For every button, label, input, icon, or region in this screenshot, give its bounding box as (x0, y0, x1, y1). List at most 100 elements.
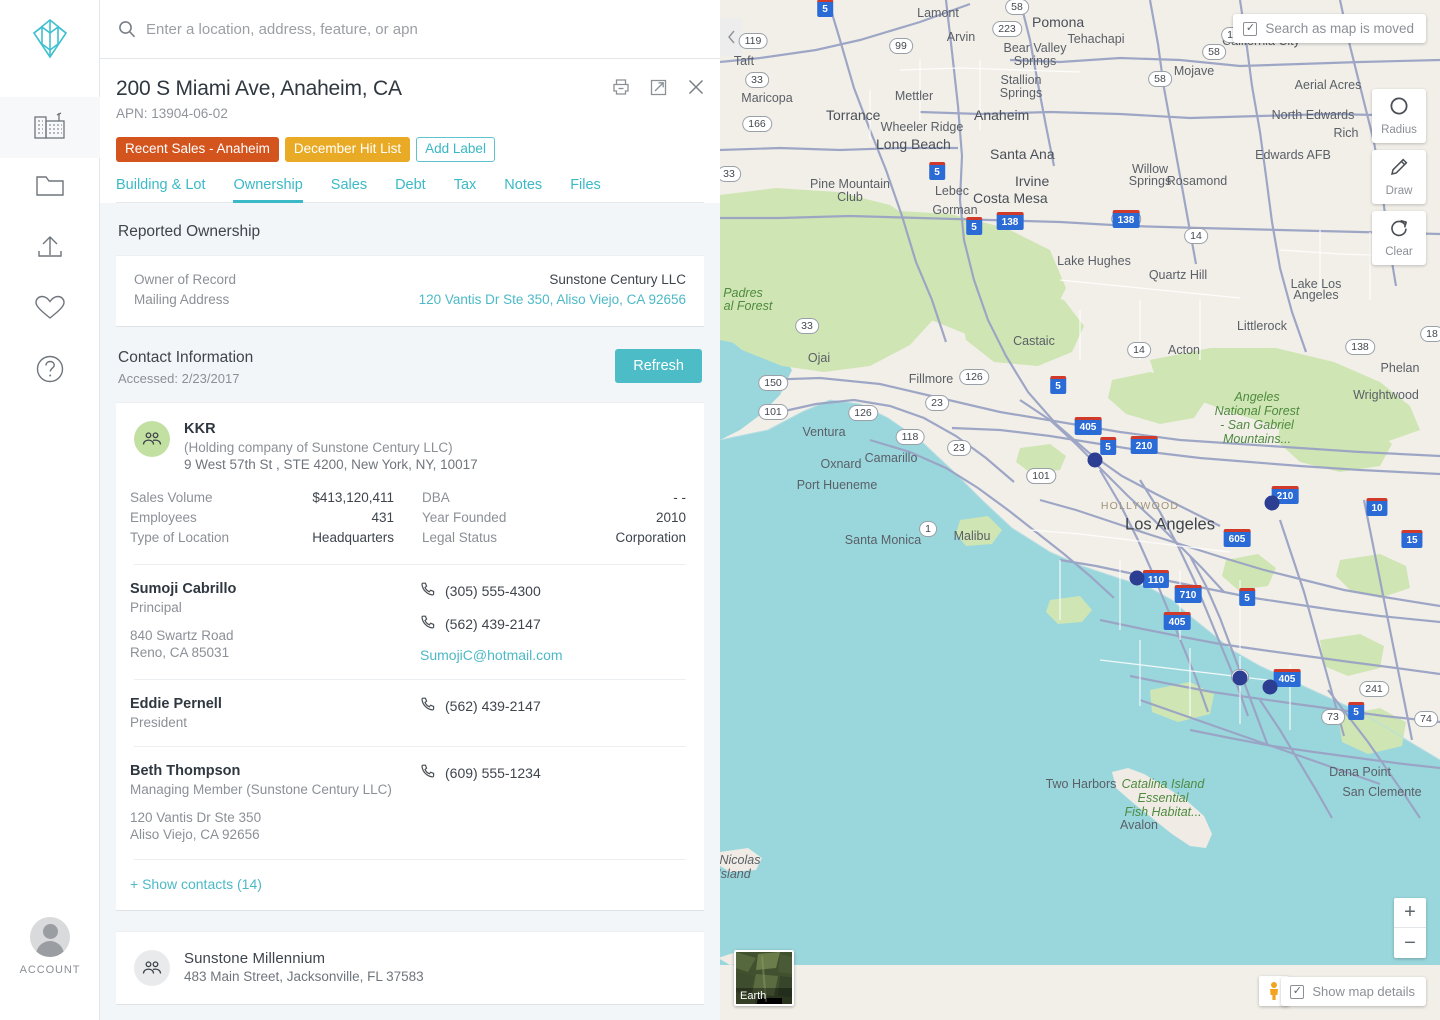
label-chip-december-hit-list[interactable]: December Hit List (284, 137, 411, 162)
contact-person-row: Sumoji Cabrillo Principal 840 Swartz Roa… (116, 565, 704, 679)
company-card-kkr: KKR (Holding company of Sunstone Century… (116, 401, 704, 911)
tab-building-lot[interactable]: Building & Lot (116, 177, 205, 202)
contact-phone-row[interactable]: (562) 439-2147 (420, 696, 686, 717)
show-map-details-toggle[interactable]: ✓ Show map details (1281, 977, 1426, 1006)
mailing-address-row: Mailing Address 120 Vantis Dr Ste 350, A… (134, 290, 686, 310)
zoom-in-button[interactable]: + (1394, 898, 1426, 928)
reported-ownership-header: Reported Ownership (100, 202, 720, 255)
contact-phone: (562) 439-2147 (445, 698, 541, 714)
company-address: 9 West 57th St , STE 4200, New York, NY,… (184, 456, 478, 472)
search-icon (118, 20, 136, 38)
tab-notes[interactable]: Notes (504, 177, 542, 202)
chevron-left-icon (727, 30, 735, 44)
tab-sales[interactable]: Sales (331, 177, 367, 202)
stat-value: 2010 (655, 509, 686, 525)
contact-information-title: Contact Information (118, 348, 254, 366)
phone-icon (420, 696, 436, 717)
stat-row: Employees 431 (130, 508, 394, 528)
app-root: ACCOUNT 200 S Miami Ave, Anaheim, CA APN… (0, 0, 1440, 1020)
contact-name: Beth Thompson (130, 762, 241, 779)
contact-person-row: Eddie Pernell President (562) 439-2147 (116, 680, 704, 746)
map-property-marker[interactable] (1264, 495, 1280, 511)
map-property-marker[interactable] (1129, 570, 1145, 586)
stat-value: - - (673, 489, 686, 505)
close-icon[interactable] (686, 77, 706, 97)
contact-phone: (305) 555-4300 (445, 583, 541, 599)
search-as-map-moved-toggle[interactable]: ✓ Search as map is moved (1233, 14, 1426, 43)
contact-title: Principal (130, 599, 182, 615)
search-bar (100, 0, 720, 59)
company-header: Sunstone Millennium 483 Main Street, Jac… (116, 932, 704, 1004)
earth-basemap-thumbnail[interactable]: Earth (734, 950, 794, 1006)
refresh-button[interactable]: Refresh (615, 348, 702, 383)
apn-label: APN: 13904-06-02 (116, 106, 228, 121)
pencil-icon (1389, 157, 1409, 182)
print-icon[interactable] (611, 77, 631, 97)
tab-files[interactable]: Files (570, 177, 601, 202)
contact-address-line1: 120 Vantis Dr Ste 350 (130, 809, 262, 825)
open-external-icon[interactable] (649, 78, 668, 97)
property-panel: 200 S Miami Ave, Anaheim, CA APN: 13904-… (100, 59, 720, 1020)
contact-title: Managing Member (Sunstone Century LLC) (130, 781, 392, 797)
radius-tool-button[interactable]: Radius (1372, 89, 1426, 143)
sidebar-item-help[interactable] (0, 341, 100, 402)
stat-label: Employees (130, 509, 197, 525)
map-collapse-button[interactable] (720, 18, 742, 56)
contact-accessed-date: Accessed: 2/23/2017 (118, 370, 240, 386)
account-label: ACCOUNT (19, 964, 81, 976)
stat-row: DBA - - (422, 488, 686, 508)
stat-label: Sales Volume (130, 489, 213, 505)
reported-ownership-card: Owner of Record Sunstone Century LLC Mai… (116, 254, 704, 327)
contact-email-link[interactable]: SumojiC@hotmail.com (420, 647, 686, 663)
clear-tool-button[interactable]: Clear (1372, 211, 1426, 265)
tab-tax[interactable]: Tax (454, 177, 477, 202)
section-title: Reported Ownership (118, 222, 261, 240)
app-logo[interactable] (0, 8, 100, 68)
tab-ownership[interactable]: Ownership (233, 177, 304, 203)
show-contacts-link[interactable]: + Show contacts (14) (116, 860, 704, 910)
panel-scroll-area[interactable]: Reported Ownership Owner of Record Sunst… (100, 202, 720, 1020)
draw-tool-button[interactable]: Draw (1372, 150, 1426, 204)
zoom-out-button[interactable]: − (1394, 928, 1426, 958)
label-chips: Recent Sales - Anaheim December Hit List… (116, 137, 704, 162)
map-property-marker[interactable] (1087, 452, 1103, 468)
contact-phone-row[interactable]: (305) 555-4300 (420, 581, 686, 602)
add-label-button[interactable]: Add Label (416, 137, 495, 162)
show-map-details-label: Show map details (1312, 984, 1415, 999)
section-gap (100, 910, 720, 931)
contact-phone-row[interactable]: (609) 555-1234 (420, 763, 686, 784)
avatar (30, 917, 70, 957)
mailing-address-label: Mailing Address (134, 291, 230, 307)
contact-title: President (130, 714, 188, 730)
sidebar-item-upload[interactable] (0, 219, 100, 280)
stat-value: 431 (371, 509, 394, 525)
refresh-icon (1389, 218, 1409, 243)
map-property-marker[interactable] (1232, 670, 1248, 686)
sidebar-item-favorites[interactable] (0, 280, 100, 341)
detail-panel: 200 S Miami Ave, Anaheim, CA APN: 13904-… (100, 0, 720, 1020)
map-canvas (720, 0, 1440, 965)
label-chip-recent-sales[interactable]: Recent Sales - Anaheim (116, 137, 279, 162)
tab-debt[interactable]: Debt (395, 177, 426, 202)
contact-name: Sumoji Cabrillo (130, 580, 237, 597)
checkbox-checked-icon: ✓ (1243, 21, 1258, 36)
clear-tool-label: Clear (1385, 246, 1413, 258)
sidebar-item-properties[interactable] (0, 97, 100, 158)
search-input[interactable] (146, 20, 666, 38)
owner-of-record-label: Owner of Record (134, 271, 237, 287)
sidebar-item-folders[interactable] (0, 158, 100, 219)
contact-phone: (562) 439-2147 (445, 616, 541, 632)
contact-phone-row[interactable]: (562) 439-2147 (420, 614, 686, 635)
draw-tool-label: Draw (1385, 185, 1413, 197)
company-subtitle: (Holding company of Sunstone Century LLC… (184, 439, 453, 455)
account-button[interactable]: ACCOUNT (0, 917, 100, 976)
company-address: 483 Main Street, Jacksonville, FL 37583 (184, 968, 424, 984)
property-tabs: Building & Lot Ownership Sales Debt Tax … (116, 177, 704, 203)
contact-name: Eddie Pernell (130, 695, 222, 712)
map-property-marker[interactable] (1262, 679, 1278, 695)
company-name: KKR (184, 420, 216, 437)
map-area[interactable]: Lamont Arvin Taft Bear Valley Springs Tehacha… (720, 0, 1440, 1020)
search-as-map-moved-label: Search as map is moved (1265, 21, 1414, 36)
stat-label: Legal Status (422, 529, 498, 545)
mailing-address-link[interactable]: 120 Vantis Dr Ste 350, Aliso Viejo, CA 9… (419, 290, 686, 310)
